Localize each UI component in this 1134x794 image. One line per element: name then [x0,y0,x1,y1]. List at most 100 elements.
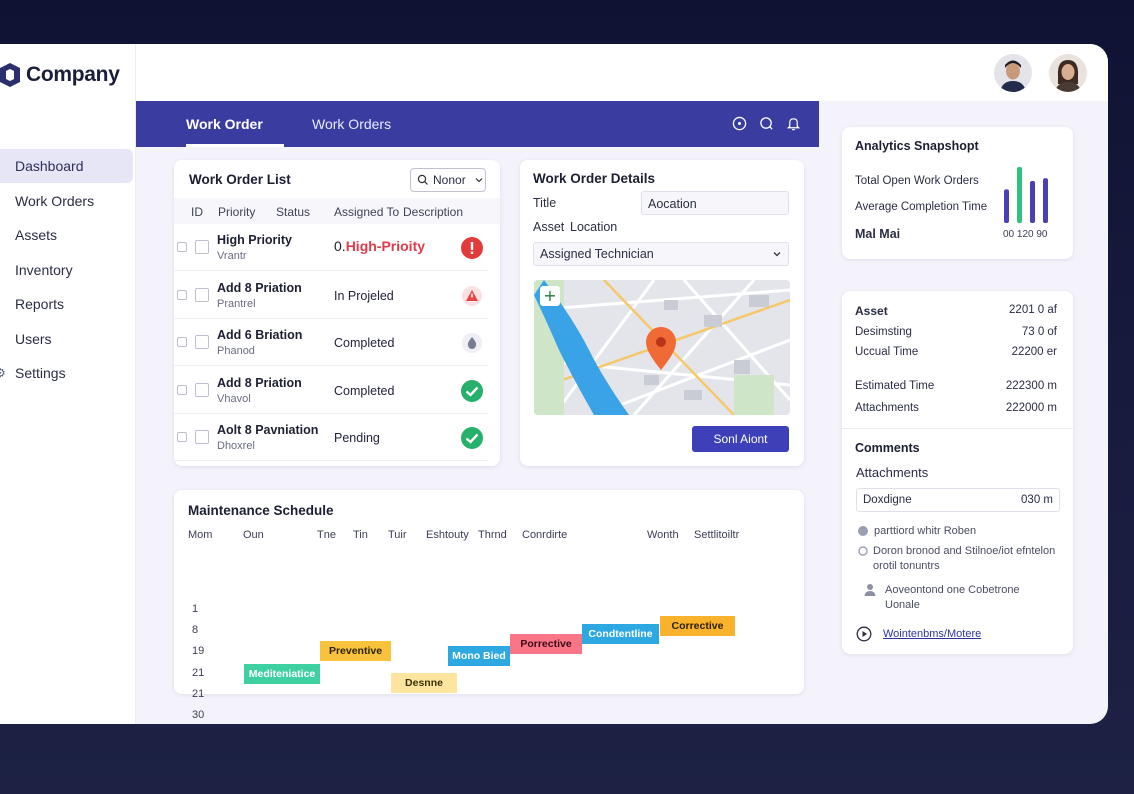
title-field[interactable]: Aocation [641,191,789,215]
detail-key: Estimated Time [855,380,935,392]
user-avatar-secondary[interactable] [1049,54,1087,92]
attachment-name: Doxdigne [863,494,912,506]
info-icon[interactable] [732,116,747,131]
schedule-bar[interactable]: Porrective [510,634,582,654]
divider [842,428,1073,429]
metric-label: Mal Mai [855,227,901,241]
user-avatar[interactable] [994,54,1032,92]
chevron-down-icon [773,252,781,257]
sidebar-item-label: Reports [15,296,65,312]
work-order-list-card: Work Order List Nonor ID Priority Status… [174,160,500,466]
row-select-checkbox[interactable] [195,287,209,302]
tab-work-order-list[interactable]: Work Order List [186,101,284,178]
column-header[interactable]: ID [191,205,203,219]
maintenance-schedule-title: Maintenance Schedule [188,503,334,518]
bell-icon[interactable] [786,116,801,131]
row-subtitle: Phanod [217,345,255,357]
asset-label: Asset [533,220,565,234]
app-window: Company ▪ Dashboard ▫ Work Orders ▫ Assets Inv… [0,44,1108,724]
sidebar-item-users[interactable]: ▫ Users [0,322,133,356]
chart-axis-labels: 00 120 90 [1003,229,1048,240]
schedule-bar[interactable]: Preventive [320,641,391,661]
attachment-size: 030 m [1021,494,1053,506]
row-select-checkbox[interactable] [195,335,209,349]
tab-bar: Work Order List Work Orders [136,101,819,178]
submit-button[interactable]: Sonl Aiont [692,426,789,452]
schedule-bar[interactable]: Condtentline [582,624,659,644]
location-map[interactable]: + [534,280,790,415]
column-header[interactable]: Priority [218,205,255,219]
status-text: Completed [334,383,395,398]
sidebar-item-label: Users [15,330,52,347]
row-title: Add 8 Priation [217,280,302,295]
search-icon[interactable] [759,116,774,131]
status-text: High-Prioity [345,238,426,254]
schedule-bar[interactable]: Desnne [391,673,457,693]
schedule-column-label: Eshtouty [426,529,469,541]
top-bar [136,44,1108,101]
comment-text: orotil tonuntrs [873,560,940,572]
clipboard-icon: ▫ [0,194,9,208]
row-checkbox[interactable] [177,289,187,300]
sidebar-item-reports[interactable]: Reports [0,287,133,321]
table-row[interactable]: Add 6 Briation Phanod Completed [174,319,488,366]
status-badge: Completed [334,384,394,398]
filter-label: Nonor [433,173,466,187]
column-header[interactable]: Description [403,205,463,219]
tab-actions [732,116,801,131]
tab-work-orders[interactable]: Work Orders [312,101,391,147]
detail-key: Desimsting [855,326,912,338]
title-label: Title [533,196,557,210]
schedule-bar[interactable]: Mediteniatice [244,664,320,684]
brand-logo[interactable]: Company [0,62,120,88]
filter-dropdown[interactable]: Nonor [410,168,486,192]
attachment-item[interactable]: Doxdigne 030 m [856,488,1060,512]
table-row[interactable]: Add 8 Priation Prantrel In Projeled [174,272,488,319]
brand-name: Company [26,63,120,86]
svg-text:+: + [543,286,556,305]
box-icon: ▫ [0,228,9,242]
schedule-row-label: 19 [192,645,205,658]
row-select-checkbox[interactable] [195,430,209,444]
play-icon[interactable] [856,626,872,642]
row-checkbox[interactable] [177,384,187,395]
analytics-bar-chart [1004,167,1048,223]
row-checkbox[interactable] [177,337,187,347]
users-icon: ▫ [0,332,9,346]
drop-icon [462,333,482,353]
table-row[interactable]: Aolt 8 Pavniation Dhoxrel Pending [174,414,488,461]
sidebar-nav: ▪ Dashboard ▫ Work Orders ▫ Assets Inventory Re… [0,149,133,391]
row-checkbox[interactable] [177,432,187,442]
sidebar-item-settings[interactable]: ⚙ Settings [0,356,133,390]
row-select-checkbox[interactable] [195,382,209,397]
sidebar-item-work-orders[interactable]: ▫ Work Orders [0,184,133,218]
detail-key: Attachments [855,402,919,414]
detail-value: 73 0 of [1021,326,1057,338]
sidebar-item-inventory[interactable]: Inventory [0,253,133,287]
technician-select[interactable]: Assigned Technician [533,242,789,266]
detail-value: 22200 er [1011,346,1057,358]
schedule-row-label: 30 [192,709,205,721]
status-badge: 0.High-Prioity [334,238,425,254]
analytics-bar [1043,178,1048,223]
row-select-checkbox[interactable] [195,240,209,254]
sidebar-item-dashboard[interactable]: ▪ Dashboard [0,149,133,183]
details-panel: Asset 2201 0 af Desimsting 73 0 of Uccual Ti… [842,291,1073,654]
sidebar-item-label: Assets [15,227,58,243]
schedule-bar[interactable]: Mono Bied [448,646,510,666]
row-subtitle: Vrantr [217,250,247,262]
column-header[interactable]: Assigned To [334,205,399,219]
analytics-bar [1017,167,1022,223]
row-checkbox[interactable] [177,242,187,252]
maintenance-link[interactable]: Wointenbms/Motere [883,628,981,640]
sidebar-item-label: Work Orders [15,192,95,209]
table-row[interactable]: Add 8 Priation Vhavol Completed [174,367,488,414]
schedule-column-label: Thrnd [478,529,507,541]
status-text: Pending [334,431,380,445]
table-row[interactable]: High Priority Vrantr 0.High-Prioity [174,224,488,271]
column-header[interactable]: Status [276,205,310,219]
alert-icon [461,237,483,259]
sidebar-item-assets[interactable]: ▫ Assets [0,218,133,252]
maintenance-schedule-card: Maintenance Schedule Mom Oun Tne Tin Tuir Esh… [174,490,804,721]
schedule-bar[interactable]: Corrective [660,616,735,636]
